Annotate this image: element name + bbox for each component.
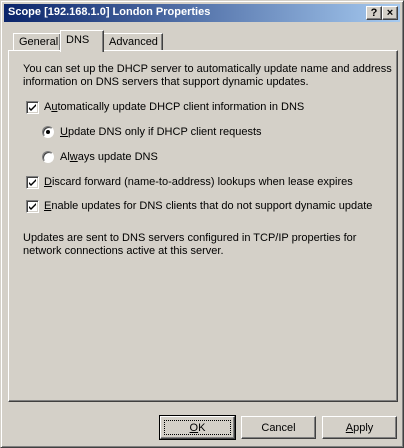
update-if-requested-radio-circle[interactable] xyxy=(42,126,54,138)
checkmark-icon xyxy=(29,179,36,186)
properties-window: Scope [192.168.1.0] London Properties ? … xyxy=(0,0,404,448)
enable-updates-label: Enable updates for DNS clients that do n… xyxy=(44,200,373,212)
intro-text: You can set up the DHCP server to automa… xyxy=(23,63,392,88)
tab-dns-label: DNS xyxy=(66,34,90,46)
tab-general-label: General xyxy=(19,36,59,48)
always-update-radio-circle[interactable] xyxy=(42,151,54,163)
checkmark-icon xyxy=(29,104,36,111)
discard-forward-check[interactable] xyxy=(26,176,39,189)
close-button[interactable]: × xyxy=(382,6,398,20)
ok-button[interactable]: OK xyxy=(159,415,236,440)
enable-updates-check[interactable] xyxy=(26,200,39,213)
help-icon: ? xyxy=(370,7,378,19)
auto-update-check[interactable] xyxy=(26,101,39,114)
apply-button[interactable]: Apply xyxy=(322,416,397,439)
close-icon: × xyxy=(386,7,394,19)
tab-dns[interactable]: DNS xyxy=(60,30,104,52)
tab-general[interactable]: General xyxy=(13,33,61,51)
always-update-label: Always update DNS xyxy=(60,151,158,163)
discard-forward-label: Discard forward (name-to-address) lookup… xyxy=(44,176,353,188)
title-bar[interactable]: Scope [192.168.1.0] London Properties ? … xyxy=(4,4,400,22)
tab-advanced[interactable]: Advanced xyxy=(103,33,163,51)
radio-dot-icon xyxy=(46,130,50,134)
window-title: Scope [192.168.1.0] London Properties xyxy=(8,6,211,18)
auto-update-label: Automatically update DHCP client informa… xyxy=(44,101,305,113)
footer-note-text: Updates are sent to DNS servers configur… xyxy=(23,232,357,257)
help-button[interactable]: ? xyxy=(366,6,382,20)
tab-advanced-label: Advanced xyxy=(109,36,158,48)
update-if-requested-label: Update DNS only if DHCP client requests xyxy=(60,126,262,138)
checkmark-icon xyxy=(29,203,36,210)
cancel-button[interactable]: Cancel xyxy=(241,416,316,439)
focus-rect xyxy=(164,420,231,435)
